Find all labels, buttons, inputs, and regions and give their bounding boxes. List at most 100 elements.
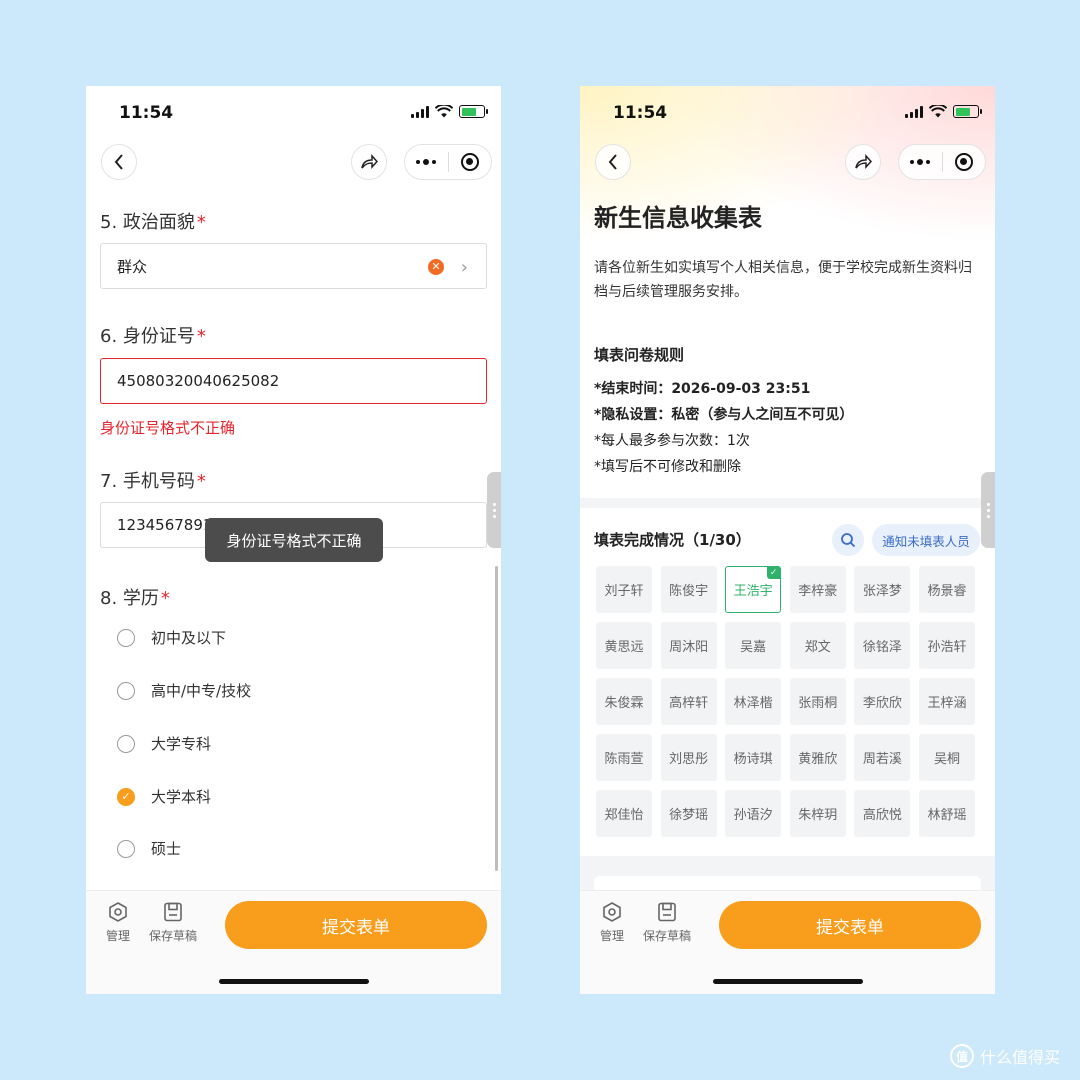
id-number-input[interactable]: 45080320040625082	[100, 358, 487, 404]
share-button[interactable]	[845, 144, 881, 180]
political-status-select[interactable]: 群众 ✕ ›	[100, 243, 487, 289]
home-indicator	[219, 979, 369, 984]
signal-icon	[411, 105, 429, 118]
participant-name[interactable]: 黄雅欣	[789, 734, 846, 781]
status-time: 11:54	[119, 103, 174, 123]
participant-name[interactable]: 林舒瑶	[918, 790, 975, 837]
watermark-text: 什么值得买	[980, 1048, 1061, 1067]
radio-icon	[117, 734, 135, 753]
save-icon	[658, 902, 676, 922]
participant-name[interactable]: 刘子轩	[596, 566, 652, 613]
bottom-toolbar: 管理 保存草稿 提交表单	[580, 890, 995, 994]
rule-item: *隐私设置：私密（参与人之间互不可见）	[594, 407, 854, 423]
participant-name[interactable]: 李欣欣	[854, 678, 911, 725]
participant-name[interactable]: 朱梓玥	[789, 790, 846, 837]
participant-name[interactable]: 朱俊霖	[596, 678, 652, 725]
participant-name[interactable]: 孙浩轩	[918, 622, 975, 669]
participant-name[interactable]: 陈雨萱	[596, 734, 652, 781]
education-option[interactable]: 硕士	[117, 838, 181, 859]
clear-icon[interactable]: ✕	[428, 259, 444, 275]
rules-card: 填表问卷规则 *结束时间：2026-09-03 23:51 *隐私设置：私密（参…	[580, 326, 995, 498]
back-button[interactable]	[101, 144, 137, 180]
hexagon-gear-icon	[603, 902, 621, 922]
participant-name[interactable]: 徐梦瑶	[660, 790, 717, 837]
participant-name[interactable]: 张泽梦	[854, 566, 911, 613]
education-option[interactable]: 高中/中专/技校	[117, 680, 251, 701]
education-option[interactable]: ✓ 大学本科	[117, 786, 211, 807]
side-drag-handle[interactable]	[981, 472, 995, 548]
save-draft-button[interactable]: 保存草稿	[149, 901, 197, 944]
scrollbar[interactable]	[495, 566, 498, 871]
close-button[interactable]	[449, 145, 492, 179]
participant-name[interactable]: 黄思远	[596, 622, 652, 669]
close-button[interactable]	[943, 145, 986, 179]
share-button[interactable]	[351, 144, 387, 180]
completion-heading: 填表完成情况（1/30）	[594, 531, 751, 549]
nav-bar	[580, 144, 995, 184]
status-bar: 11:54	[86, 86, 501, 138]
participant-name[interactable]: 高欣悦	[854, 790, 911, 837]
status-time: 11:54	[613, 103, 668, 123]
page-title: 新生信息收集表	[594, 204, 762, 232]
target-icon	[954, 153, 973, 171]
chevron-left-icon	[114, 154, 123, 170]
manage-button[interactable]: 管理	[106, 901, 130, 944]
participant-name[interactable]: 郑佳怡	[596, 790, 652, 837]
more-button[interactable]	[899, 145, 942, 179]
education-option[interactable]: 初中及以下	[117, 627, 226, 648]
rule-item: *结束时间：2026-09-03 23:51	[594, 381, 811, 397]
participant-name[interactable]: 周沐阳	[660, 622, 717, 669]
participant-name[interactable]: 李梓豪	[789, 566, 846, 613]
participant-name[interactable]: 徐铭泽	[854, 622, 911, 669]
participant-name[interactable]: 高梓轩	[660, 678, 717, 725]
signal-icon	[905, 105, 923, 118]
back-button[interactable]	[595, 144, 631, 180]
rule-item: *每人最多参与次数：1次	[594, 433, 750, 449]
participant-name[interactable]: 吴嘉	[725, 622, 782, 669]
wifi-icon	[435, 105, 453, 118]
submit-button[interactable]: 提交表单	[719, 901, 981, 949]
participant-name[interactable]: 杨景睿	[918, 566, 975, 613]
participant-grid: 刘子轩陈俊宇王浩宇李梓豪张泽梦杨景睿黄思远周沐阳吴嘉郑文徐铭泽孙浩轩朱俊霖高梓轩…	[596, 566, 975, 837]
form-screen: 11:54 5. 政治面貌 * 群众 ✕ › 6. 身份证号 * 450803200…	[86, 86, 501, 994]
participant-name-completed[interactable]: 王浩宇	[725, 566, 782, 613]
participant-name[interactable]: 郑文	[789, 622, 846, 669]
participant-name[interactable]: 林泽楷	[725, 678, 782, 725]
radio-icon	[117, 628, 135, 647]
question-8-title: 8. 学历 *	[100, 588, 170, 609]
save-icon	[164, 902, 182, 922]
home-indicator	[713, 979, 863, 984]
radio-checked-icon: ✓	[117, 787, 135, 806]
more-button[interactable]	[405, 145, 448, 179]
participant-name[interactable]: 孙语汐	[725, 790, 782, 837]
battery-icon	[459, 105, 488, 118]
battery-icon	[953, 105, 982, 118]
nav-bar	[86, 144, 501, 184]
save-draft-button[interactable]: 保存草稿	[643, 901, 691, 944]
status-bar: 11:54	[580, 86, 995, 138]
more-icon	[416, 159, 437, 165]
submit-button[interactable]: 提交表单	[225, 901, 487, 949]
manage-button[interactable]: 管理	[600, 901, 624, 944]
participant-name[interactable]: 王梓涵	[918, 678, 975, 725]
rules-heading: 填表问卷规则	[594, 346, 685, 364]
question-6-title: 6. 身份证号 *	[100, 326, 206, 347]
radio-icon	[117, 839, 135, 858]
chevron-right-icon: ›	[460, 257, 468, 278]
search-button[interactable]	[832, 524, 864, 556]
mini-program-capsule	[404, 144, 492, 180]
participant-name[interactable]: 周若溪	[854, 734, 911, 781]
participant-name[interactable]: 刘思彤	[660, 734, 717, 781]
side-drag-handle[interactable]	[487, 472, 501, 548]
search-icon	[841, 533, 856, 548]
participant-name[interactable]: 吴桐	[918, 734, 975, 781]
participant-name[interactable]: 陈俊宇	[660, 566, 717, 613]
radio-icon	[117, 681, 135, 700]
notify-unfilled-button[interactable]: 通知未填表人员	[872, 524, 980, 556]
participant-name[interactable]: 杨诗琪	[725, 734, 782, 781]
question-7-title: 7. 手机号码 *	[100, 471, 206, 492]
education-option[interactable]: 大学专科	[117, 733, 211, 754]
more-icon	[910, 159, 931, 165]
participant-name[interactable]: 张雨桐	[789, 678, 846, 725]
form-overview-screen: 11:54 新生信息收集表 请各位新生如实填写个人相关信息，便于学校完成新生资料…	[580, 86, 995, 994]
